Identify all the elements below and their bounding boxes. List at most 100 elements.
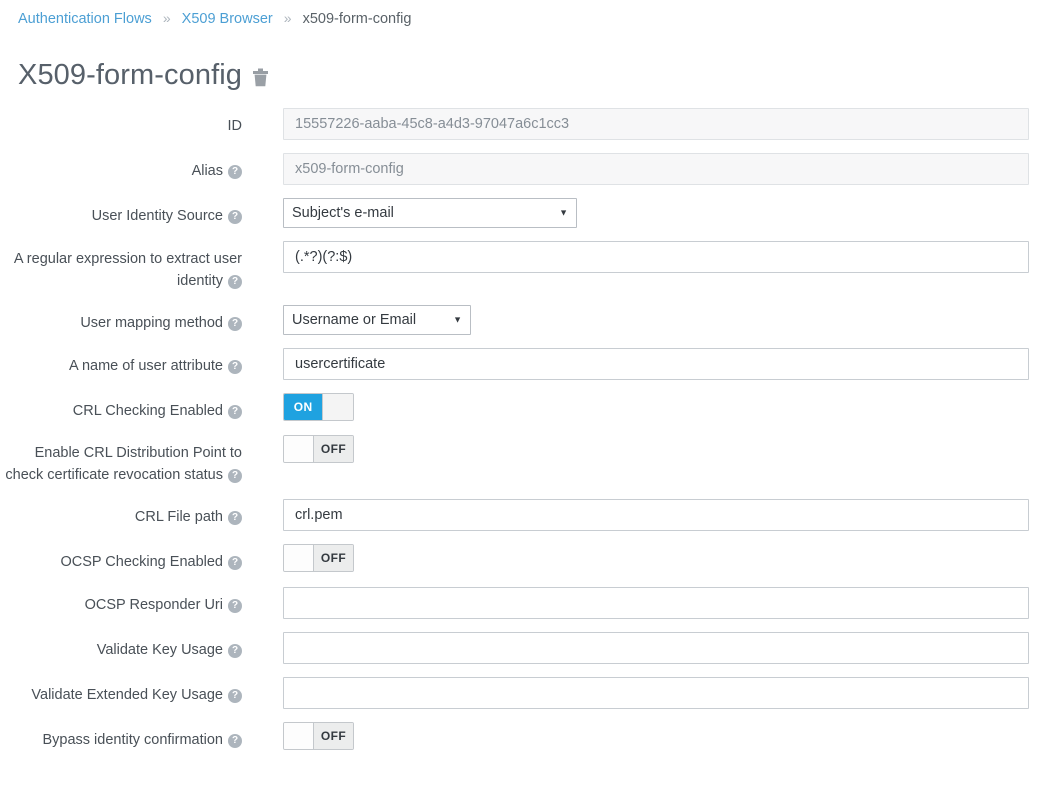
bypass-identity-confirmation-toggle-label: OFF <box>314 723 353 749</box>
label-text-user-attribute-name: A name of user attribute <box>69 358 223 374</box>
validate-extended-key-usage-input[interactable] <box>283 677 1029 709</box>
label-crl-checking-enabled: CRL Checking Enabled? <box>0 393 242 422</box>
ocsp-checking-enabled-toggle[interactable]: OFF <box>283 544 354 572</box>
help-icon-user-identity-regex[interactable]: ? <box>228 275 242 289</box>
crl-file-path-input[interactable] <box>283 499 1029 531</box>
form-row-crl-distribution-point-enabled: Enable CRL Distribution Point to check c… <box>0 435 1046 486</box>
control-ocsp-checking-enabled: OFF <box>242 544 1046 574</box>
crl-checking-enabled-toggle[interactable]: ON <box>283 393 354 421</box>
crl-checking-enabled-toggle-label: ON <box>284 394 322 420</box>
help-icon-crl-checking-enabled[interactable]: ? <box>228 405 242 419</box>
x509-config-form: IDAlias?User Identity Source?Subject's e… <box>0 108 1046 765</box>
help-icon-crl-distribution-point-enabled[interactable]: ? <box>228 469 242 483</box>
control-validate-extended-key-usage <box>242 677 1046 709</box>
help-icon-ocsp-responder-uri[interactable]: ? <box>228 599 242 613</box>
label-text-alias: Alias <box>192 163 223 179</box>
breadcrumb-separator-icon: » <box>156 10 178 26</box>
label-id: ID <box>0 108 242 137</box>
label-user-mapping-method: User mapping method? <box>0 305 242 334</box>
control-crl-distribution-point-enabled: OFF <box>242 435 1046 465</box>
help-icon-user-mapping-method[interactable]: ? <box>228 317 242 331</box>
breadcrumb-item-x509-browser[interactable]: X509 Browser <box>182 11 273 27</box>
help-icon-user-identity-source[interactable]: ? <box>228 210 242 224</box>
form-row-user-attribute-name: A name of user attribute? <box>0 348 1046 380</box>
crl-distribution-point-enabled-toggle-label: OFF <box>314 436 353 462</box>
page-title-row: X509-form-config <box>18 58 269 92</box>
help-icon-validate-key-usage[interactable]: ? <box>228 644 242 658</box>
user-mapping-method-select-wrap: Username or Email▼ <box>283 305 471 335</box>
label-text-crl-file-path: CRL File path <box>135 509 223 525</box>
help-icon-ocsp-checking-enabled[interactable]: ? <box>228 556 242 570</box>
user-identity-source-select-wrap: Subject's e-mail▼ <box>283 198 577 228</box>
breadcrumb: Authentication Flows » X509 Browser » x5… <box>18 8 411 29</box>
label-text-ocsp-checking-enabled: OCSP Checking Enabled <box>60 554 223 570</box>
label-text-id: ID <box>228 118 243 134</box>
bypass-identity-confirmation-toggle[interactable]: OFF <box>283 722 354 750</box>
label-text-user-identity-regex: A regular expression to extract user ide… <box>14 251 242 289</box>
page-title: X509-form-config <box>18 58 242 92</box>
label-text-ocsp-responder-uri: OCSP Responder Uri <box>85 597 223 613</box>
control-validate-key-usage <box>242 632 1046 664</box>
help-icon-crl-file-path[interactable]: ? <box>228 511 242 525</box>
control-ocsp-responder-uri <box>242 587 1046 619</box>
breadcrumb-item-current: x509-form-config <box>303 11 412 27</box>
label-text-crl-distribution-point-enabled: Enable CRL Distribution Point to check c… <box>5 445 242 483</box>
label-user-identity-regex: A regular expression to extract user ide… <box>0 241 242 292</box>
help-icon-validate-extended-key-usage[interactable]: ? <box>228 689 242 703</box>
trash-icon[interactable] <box>252 68 269 87</box>
control-id <box>242 108 1046 140</box>
control-crl-file-path <box>242 499 1046 531</box>
label-bypass-identity-confirmation: Bypass identity confirmation? <box>0 722 242 751</box>
control-alias <box>242 153 1046 185</box>
ocsp-responder-uri-input[interactable] <box>283 587 1029 619</box>
label-user-identity-source: User Identity Source? <box>0 198 242 227</box>
form-row-ocsp-checking-enabled: OCSP Checking Enabled? OFF <box>0 544 1046 574</box>
breadcrumb-item-authentication-flows[interactable]: Authentication Flows <box>18 11 152 27</box>
control-user-mapping-method: Username or Email▼ <box>242 305 1046 335</box>
ocsp-checking-enabled-toggle-handle[interactable] <box>284 545 314 571</box>
form-row-crl-file-path: CRL File path? <box>0 499 1046 531</box>
user-mapping-method-select[interactable]: Username or Email <box>283 305 471 335</box>
user-attribute-name-input[interactable] <box>283 348 1029 380</box>
label-text-validate-extended-key-usage: Validate Extended Key Usage <box>31 687 223 703</box>
control-user-attribute-name <box>242 348 1046 380</box>
crl-distribution-point-enabled-toggle-handle[interactable] <box>284 436 314 462</box>
user-identity-source-select[interactable]: Subject's e-mail <box>283 198 577 228</box>
label-validate-extended-key-usage: Validate Extended Key Usage? <box>0 677 242 706</box>
alias-input[interactable] <box>283 153 1029 185</box>
breadcrumb-separator-icon: » <box>277 10 299 26</box>
id-input[interactable] <box>283 108 1029 140</box>
label-text-crl-checking-enabled: CRL Checking Enabled <box>73 403 223 419</box>
help-icon-bypass-identity-confirmation[interactable]: ? <box>228 734 242 748</box>
control-user-identity-regex <box>242 241 1046 273</box>
form-row-user-identity-regex: A regular expression to extract user ide… <box>0 241 1046 292</box>
form-row-crl-checking-enabled: CRL Checking Enabled? ON <box>0 393 1046 422</box>
crl-distribution-point-enabled-toggle[interactable]: OFF <box>283 435 354 463</box>
form-row-bypass-identity-confirmation: Bypass identity confirmation? OFF <box>0 722 1046 752</box>
crl-checking-enabled-toggle-handle[interactable] <box>322 394 353 420</box>
control-crl-checking-enabled: ON <box>242 393 1046 421</box>
label-ocsp-responder-uri: OCSP Responder Uri? <box>0 587 242 616</box>
label-ocsp-checking-enabled: OCSP Checking Enabled? <box>0 544 242 573</box>
label-alias: Alias? <box>0 153 242 182</box>
form-row-validate-extended-key-usage: Validate Extended Key Usage? <box>0 677 1046 709</box>
label-crl-distribution-point-enabled: Enable CRL Distribution Point to check c… <box>0 435 242 486</box>
validate-key-usage-input[interactable] <box>283 632 1029 664</box>
ocsp-checking-enabled-toggle-label: OFF <box>314 545 353 571</box>
bypass-identity-confirmation-toggle-handle[interactable] <box>284 723 314 749</box>
form-row-user-mapping-method: User mapping method? Username or Email▼ <box>0 305 1046 335</box>
form-row-alias: Alias? <box>0 153 1046 185</box>
help-icon-alias[interactable]: ? <box>228 165 242 179</box>
label-text-user-identity-source: User Identity Source <box>92 208 223 224</box>
help-icon-user-attribute-name[interactable]: ? <box>228 360 242 374</box>
label-text-user-mapping-method: User mapping method <box>80 315 223 331</box>
label-text-validate-key-usage: Validate Key Usage <box>97 642 223 658</box>
label-text-bypass-identity-confirmation: Bypass identity confirmation <box>42 732 223 748</box>
label-validate-key-usage: Validate Key Usage? <box>0 632 242 661</box>
user-identity-regex-input[interactable] <box>283 241 1029 273</box>
form-row-id: ID <box>0 108 1046 140</box>
form-row-validate-key-usage: Validate Key Usage? <box>0 632 1046 664</box>
control-bypass-identity-confirmation: OFF <box>242 722 1046 752</box>
label-crl-file-path: CRL File path? <box>0 499 242 528</box>
control-user-identity-source: Subject's e-mail▼ <box>242 198 1046 228</box>
